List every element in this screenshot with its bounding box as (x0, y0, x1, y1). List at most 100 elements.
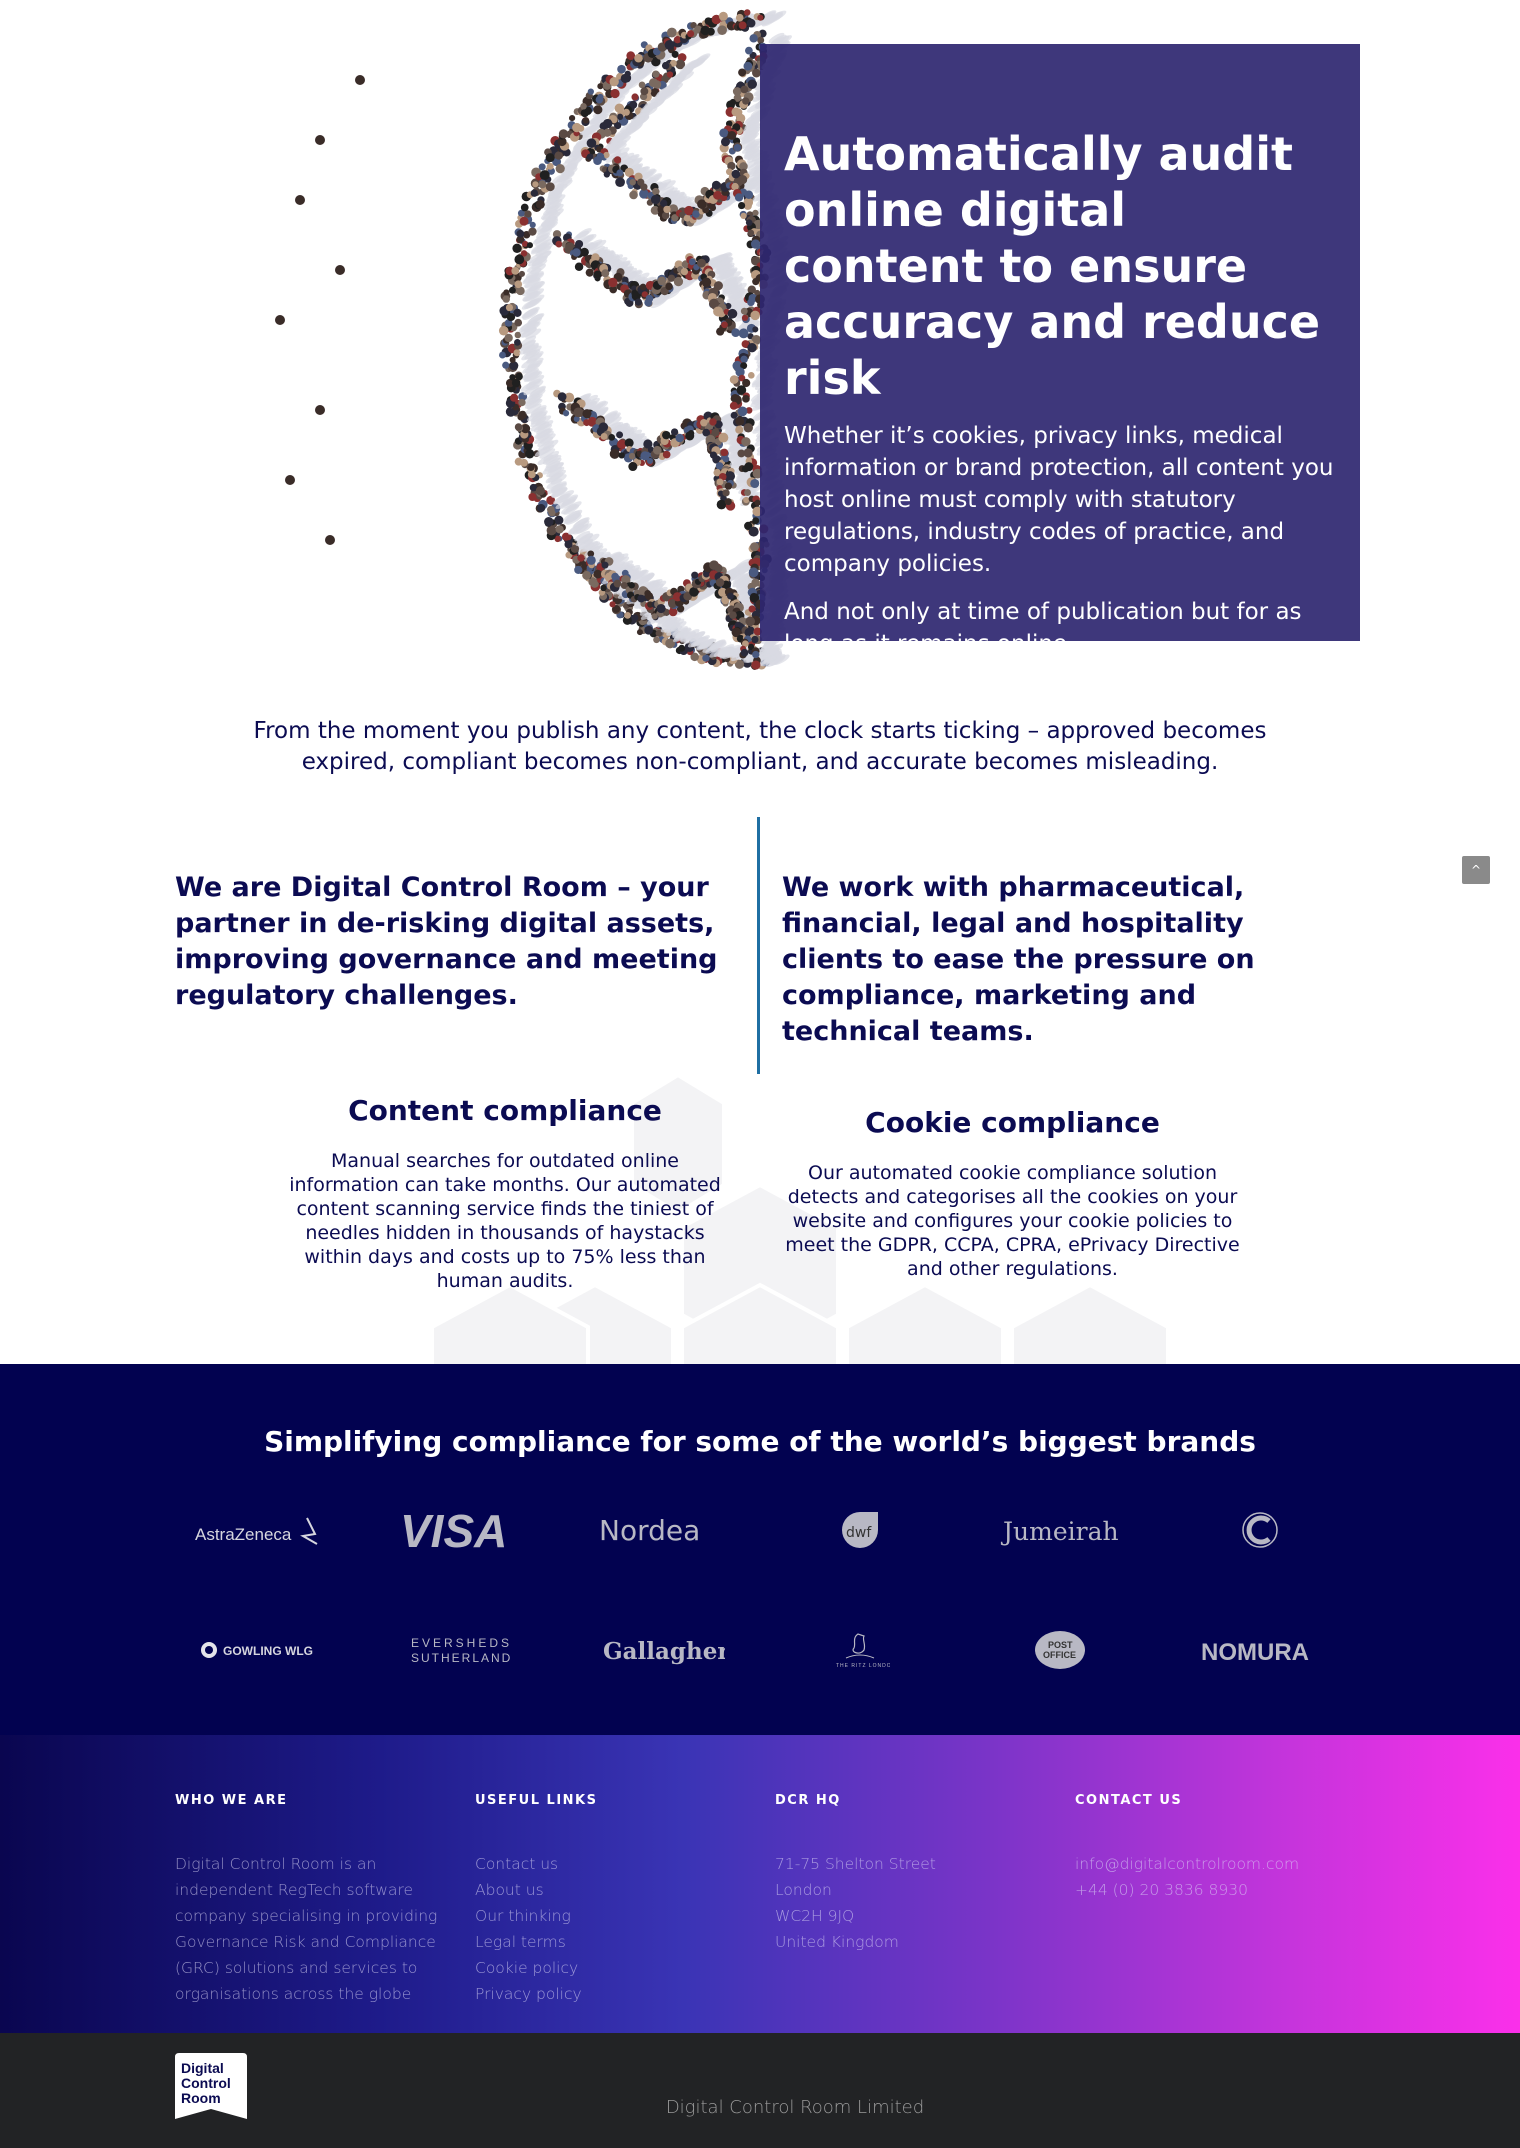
footer-link-about-us[interactable]: About us (475, 1877, 745, 1903)
crowd-person (555, 525, 564, 534)
crowd-person (747, 342, 757, 353)
crowd-person (604, 129, 612, 137)
crowd-person (582, 570, 592, 580)
crowd-person (597, 83, 604, 90)
footer-about-text: Digital Control Room is an independent R… (175, 1855, 438, 2003)
crowd-person (740, 648, 749, 657)
crowd-person (624, 70, 631, 77)
crowd-person (743, 448, 753, 458)
crowd-person (568, 115, 576, 122)
logo-eversheds-sutherland: EVERSHEDS SUTHERLAND (375, 1620, 545, 1680)
crowd-person (585, 268, 594, 277)
crowd-person (740, 307, 748, 315)
back-to-top-button[interactable]: ^ (1462, 856, 1490, 884)
copyright-text: Digital Control Room Limited (665, 2097, 925, 2118)
crowd-person (652, 445, 662, 455)
footer-link-our-thinking[interactable]: Our thinking (475, 1903, 745, 1929)
footer-heading: WHO WE ARE (175, 1793, 288, 1808)
svg-text:OFFICE: OFFICE (1043, 1650, 1076, 1660)
logo-line: Control (181, 2075, 231, 2091)
crowd-person (617, 64, 626, 74)
crowd-person (656, 603, 666, 614)
crowd-person (735, 13, 744, 22)
crowd-person (741, 437, 751, 447)
crowd-person (745, 616, 755, 627)
crowd-person (528, 492, 537, 502)
hero-paragraph: Whether it’s cookies, privacy links, med… (784, 423, 1334, 577)
crowd-person (750, 542, 760, 552)
crowd-person (663, 205, 671, 214)
crowd-person (750, 478, 760, 489)
footer-heading: USEFUL LINKS (475, 1793, 598, 1808)
logo-text: AstraZeneca (195, 1525, 292, 1544)
crowd-person (750, 239, 761, 249)
footer-phone-link[interactable]: +44 (0) 20 3836 8930 (1075, 1877, 1375, 1903)
crowd-person (687, 430, 695, 437)
footer-link-privacy-policy[interactable]: Privacy policy (475, 1981, 745, 2007)
crowd-person (572, 122, 582, 133)
crowd-person (678, 644, 686, 652)
crowd-person (717, 25, 727, 36)
crowd-person (718, 432, 729, 443)
crowd-person (580, 103, 587, 110)
services-section: Content compliance Manual searches for o… (0, 1075, 1520, 1365)
logo-gowling-wlg: GOWLING WLG (175, 1620, 345, 1680)
service-description: Our automated cookie compliance solution… (785, 1162, 1240, 1280)
crowd-person (742, 394, 750, 403)
footer-link-legal-terms[interactable]: Legal terms (475, 1929, 745, 1955)
crowd-person (727, 308, 738, 319)
crowd-person (749, 34, 758, 43)
footer-email-link[interactable]: info@digitalcontrolroom.com (1075, 1851, 1375, 1877)
crowd-person (586, 555, 596, 565)
logo-line: Digital (181, 2060, 224, 2076)
crowd-person (618, 452, 625, 459)
crowd-person (722, 489, 730, 497)
crowd-person (600, 584, 607, 592)
crowd-person (502, 295, 510, 303)
svg-text:EVERSHEDS: EVERSHEDS (411, 1636, 512, 1650)
crowd-person (743, 496, 750, 504)
crowd-person (509, 356, 516, 363)
crowd-person (634, 53, 643, 63)
crowd-person (709, 418, 717, 426)
crowd-person (628, 462, 638, 472)
crowd-person (514, 457, 523, 466)
intro-statement: From the moment you publish any content,… (0, 716, 1520, 778)
footer-link-contact-us[interactable]: Contact us (475, 1851, 745, 1877)
crowd-person (601, 269, 610, 278)
crowd-person (735, 425, 744, 434)
crowd-person (745, 46, 753, 55)
crowd-person (355, 75, 365, 85)
logo-text: NOMURA (1201, 1639, 1309, 1666)
crowd-person (738, 21, 747, 30)
crowd-person (740, 355, 748, 364)
logo-text: Jumeirah (1000, 1517, 1119, 1546)
address-line: 71-75 Shelton Street (775, 1855, 936, 1873)
crowd-person (535, 486, 545, 496)
crowd-person (513, 308, 522, 318)
crowd-person (731, 328, 740, 337)
crowd-person (752, 517, 760, 525)
crowd-person (741, 314, 749, 322)
crowd-person (747, 229, 755, 237)
footer-heading: CONTACT US (1075, 1793, 1183, 1808)
crowd-person (744, 190, 754, 199)
footer-link-cookie-policy[interactable]: Cookie policy (475, 1955, 745, 1981)
crowd-person (751, 660, 761, 670)
chevron-up-icon: ^ (1470, 863, 1482, 877)
footer-column-who-we-are: WHO WE ARE Digital Control Room is an in… (175, 1793, 445, 2007)
crowd-person (519, 216, 529, 226)
crowd-person (610, 88, 620, 99)
brands-section: Simplifying compliance for some of the w… (0, 1364, 1520, 1735)
crowd-person (675, 433, 684, 443)
crowd-person (520, 203, 529, 212)
logo-text: GOWLING WLG (223, 1644, 313, 1658)
crowd-person (510, 393, 519, 402)
crowd-person (616, 113, 624, 120)
crowd-person (651, 613, 658, 620)
crowd-person (752, 326, 759, 333)
crowd-person (643, 439, 653, 449)
crowd-person (691, 571, 699, 579)
crowd-person (649, 78, 659, 88)
crowd-person (748, 526, 759, 537)
